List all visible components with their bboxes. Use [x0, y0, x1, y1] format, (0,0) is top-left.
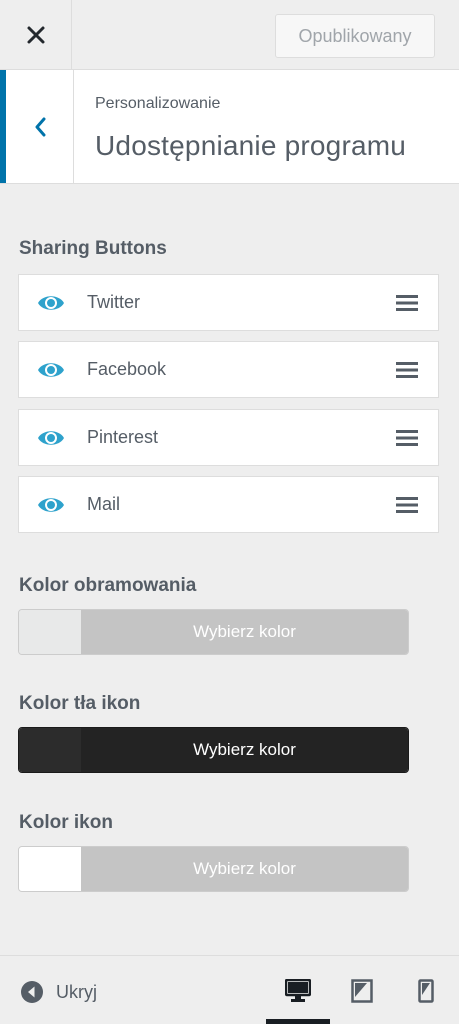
sharing-item-label: Facebook — [87, 359, 167, 379]
icon-background-color-label: Kolor tła ikon — [19, 693, 141, 714]
active-device-indicator — [266, 1019, 330, 1024]
sharing-item-pinterest[interactable]: Pinterest — [18, 409, 439, 466]
hide-label: Ukryj — [56, 981, 97, 1002]
pick-color-label: Wybierz kolor — [81, 728, 408, 772]
preview-desktop-button[interactable] — [283, 976, 313, 1006]
drag-handle-icon[interactable] — [396, 496, 418, 514]
icon-background-color-picker-button[interactable]: Wybierz kolor — [18, 727, 409, 773]
sharing-item-label: Twitter — [87, 292, 141, 312]
drag-handle-icon[interactable] — [396, 429, 418, 447]
section-header: Personalizowanie Udostępnianie programu — [0, 70, 459, 184]
customizer-footer: Ukryj — [0, 955, 459, 1024]
eye-icon[interactable] — [37, 293, 65, 313]
pick-color-label: Wybierz kolor — [81, 847, 408, 891]
eye-icon[interactable] — [37, 428, 65, 448]
icon-color-picker-button[interactable]: Wybierz kolor — [18, 846, 409, 892]
breadcrumb: Personalizowanie — [95, 95, 221, 112]
color-swatch — [19, 847, 81, 891]
publish-button[interactable]: Opublikowany — [275, 14, 435, 58]
sharing-item-mail[interactable]: Mail — [18, 476, 439, 533]
page-title: Udostępnianie programu — [95, 130, 407, 161]
pick-color-label: Wybierz kolor — [81, 610, 408, 654]
border-color-label: Kolor obramowania — [19, 575, 197, 596]
chevron-left-icon — [35, 117, 45, 136]
sharing-item-label: Pinterest — [87, 427, 159, 447]
drag-handle-icon[interactable] — [396, 361, 418, 379]
close-icon — [27, 26, 44, 44]
eye-icon[interactable] — [37, 495, 65, 515]
icon-color-label: Kolor ikon — [19, 812, 113, 833]
sharing-buttons-label: Sharing Buttons — [19, 238, 167, 259]
preview-mobile-button[interactable] — [411, 976, 441, 1006]
desktop-icon — [285, 979, 311, 1002]
sharing-item-label: Mail — [87, 494, 121, 514]
eye-icon[interactable] — [37, 360, 65, 380]
back-button[interactable] — [0, 70, 74, 183]
preview-tablet-button[interactable] — [347, 976, 377, 1006]
drag-handle-icon[interactable] — [396, 294, 418, 312]
collapse-sidebar-button[interactable]: Ukryj — [20, 980, 97, 1004]
color-swatch — [19, 728, 81, 772]
arrow-left-circle-icon — [21, 981, 43, 1003]
close-customizer-button[interactable] — [0, 0, 72, 70]
sharing-item-facebook[interactable]: Facebook — [18, 341, 439, 398]
customizer-header: Opublikowany — [0, 0, 459, 70]
mobile-icon — [418, 979, 434, 1003]
sharing-item-twitter[interactable]: Twitter — [18, 274, 439, 331]
color-swatch — [19, 610, 81, 654]
tablet-icon — [351, 979, 373, 1003]
border-color-picker-button[interactable]: Wybierz kolor — [18, 609, 409, 655]
